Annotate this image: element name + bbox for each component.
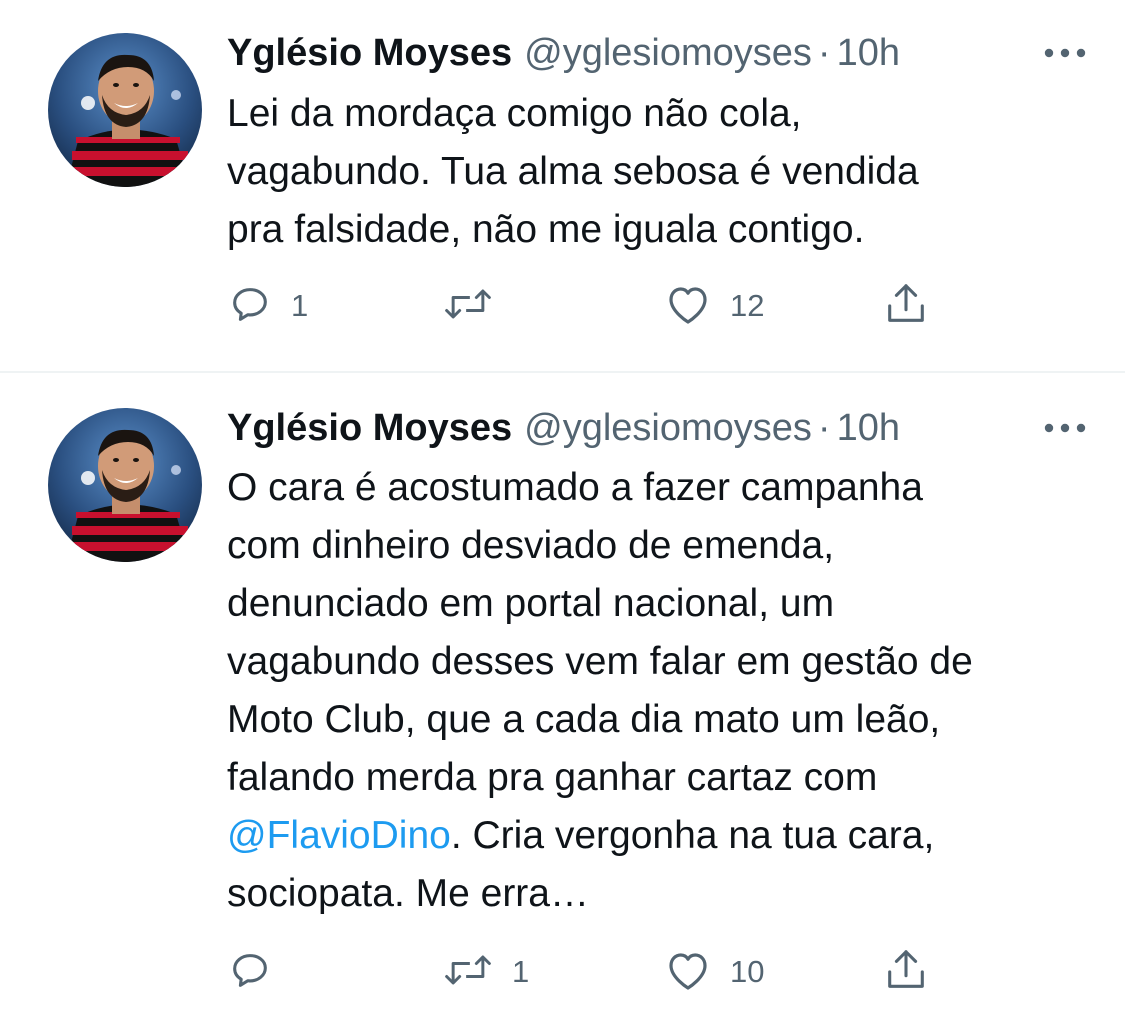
tweet[interactable]: Yglésio Moyses @yglesiomoyses · 10h Lei … (0, 0, 1125, 371)
tweet-actions: 1 10 (227, 944, 987, 1000)
tweet-text-line: com dinheiro desviado de emenda, (227, 524, 835, 567)
reply-button[interactable] (227, 944, 291, 1000)
tweet-text-line: vagabundo. Tua alma sebosa é vendida (227, 150, 919, 193)
reply-icon (227, 281, 273, 332)
tweet-actions: 1 12 (227, 278, 987, 334)
like-button[interactable]: 10 (664, 944, 764, 1000)
avatar[interactable] (48, 33, 202, 187)
timestamp[interactable]: 10h (837, 28, 900, 78)
retweet-button[interactable]: 1 (442, 944, 529, 1000)
separator-dot: · (817, 32, 831, 74)
like-icon (664, 947, 712, 998)
tweet-text-line: vagabundo desses vem falar em gestão de (227, 640, 973, 683)
author-handle[interactable]: @yglesiomoyses (524, 403, 812, 453)
like-count: 10 (730, 954, 765, 989)
tweet-header: Yglésio Moyses @yglesiomoyses · 10h (227, 403, 1095, 453)
reply-count: 1 (291, 288, 309, 323)
tweet-text-line: Lei da mordaça comigo não cola, (227, 92, 802, 135)
retweet-icon (442, 281, 494, 332)
share-icon (883, 279, 929, 334)
retweet-count: 1 (512, 954, 530, 989)
avatar[interactable] (48, 408, 202, 562)
more-options-icon[interactable] (1035, 28, 1095, 78)
tweet-text-line: falando merda pra ganhar cartaz com (227, 756, 878, 799)
author-name[interactable]: Yglésio Moyses (227, 403, 512, 453)
retweet-icon (442, 947, 494, 998)
share-button[interactable] (883, 278, 929, 334)
author-name[interactable]: Yglésio Moyses (227, 28, 512, 78)
tweet-text-line: sociopata. Me erra… (227, 872, 589, 915)
tweet[interactable]: Yglésio Moyses @yglesiomoyses · 10h O ca… (0, 373, 1125, 1027)
share-button[interactable] (883, 944, 929, 1000)
like-icon (664, 281, 712, 332)
tweet-header: Yglésio Moyses @yglesiomoyses · 10h (227, 28, 1095, 78)
like-button[interactable]: 12 (664, 278, 764, 334)
tweet-text: Lei da mordaça comigo não cola, vagabund… (227, 85, 1097, 259)
tweet-text-line: Moto Club, que a cada dia mato um leão, (227, 698, 941, 741)
separator-dot: · (817, 407, 831, 449)
reply-icon (227, 947, 273, 998)
share-icon (883, 945, 929, 1000)
reply-button[interactable]: 1 (227, 278, 308, 334)
tweet-text-line: O cara é acostumado a fazer campanha (227, 466, 923, 509)
tweet-text-line: pra falsidade, não me iguala contigo. (227, 208, 865, 251)
author-handle[interactable]: @yglesiomoyses (524, 28, 812, 78)
more-options-icon[interactable] (1035, 403, 1095, 453)
tweet-text: O cara é acostumado a fazer campanha com… (227, 459, 1097, 923)
tweet-text-line: . Cria vergonha na tua cara, (450, 814, 935, 857)
mention-link[interactable]: @FlavioDino (227, 814, 451, 857)
like-count: 12 (730, 288, 765, 323)
timestamp[interactable]: 10h (837, 403, 900, 453)
retweet-button[interactable] (442, 278, 512, 334)
tweet-text-line: denunciado em portal nacional, um (227, 582, 835, 625)
